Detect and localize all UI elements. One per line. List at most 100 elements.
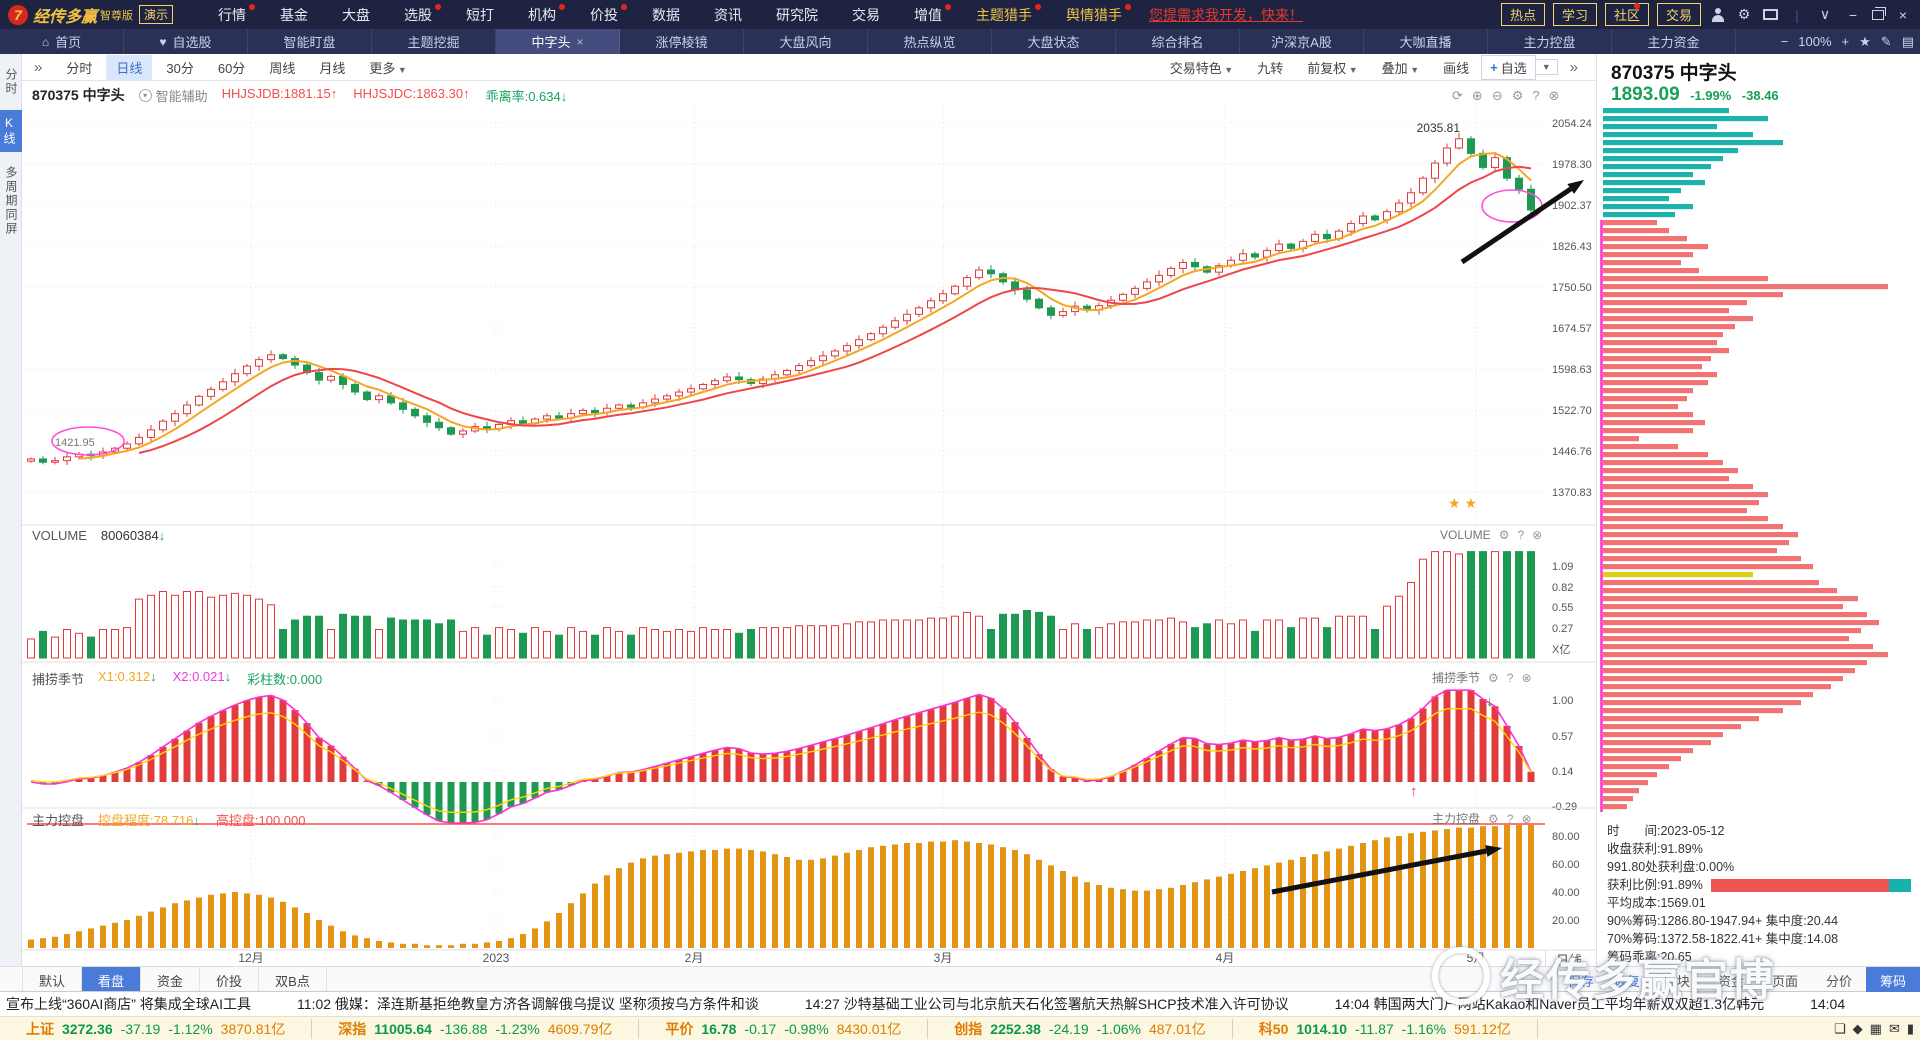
save-layout-link[interactable]: 保存 xyxy=(1558,971,1604,990)
quick-button-交易[interactable]: 交易 xyxy=(1656,3,1701,26)
menu-item-短打[interactable]: 短打 xyxy=(449,5,511,25)
quick-button-社区[interactable]: 社区 xyxy=(1604,3,1649,26)
news-item[interactable]: 14:27 沙特基础工业公司与北京航天石化签署航天热解SHCP技术准入许可协议 xyxy=(805,994,1289,1014)
status-icon[interactable]: ▮ xyxy=(1907,1021,1914,1037)
user-icon[interactable] xyxy=(1711,7,1725,22)
menu-item-大盘[interactable]: 大盘 xyxy=(325,5,387,25)
workspace-tab-自选股[interactable]: ♥ 自选股 xyxy=(124,29,248,54)
expand-toolbar-button[interactable]: » xyxy=(1560,56,1588,79)
period-button-月线[interactable]: 月线 xyxy=(309,55,355,80)
news-ticker[interactable]: 宣布上线“360AI商店” 将集成全球AI工具 11:02 俄媒：泽连斯基拒绝教皇… xyxy=(0,992,1920,1016)
chevron-down-icon[interactable]: ∨ xyxy=(1816,6,1834,23)
promo-link[interactable]: 您提需求我开发，快来！ xyxy=(1149,5,1303,25)
bottom-tab-默认[interactable]: 默认 xyxy=(22,967,83,991)
restore-layout-link[interactable]: 恢复 xyxy=(1604,971,1650,990)
menu-item-研究院[interactable]: 研究院 xyxy=(759,5,835,25)
star-icon[interactable]: ★ xyxy=(1859,34,1871,50)
toolbar-button-交易特色[interactable]: 交易特色 ▼ xyxy=(1160,55,1243,80)
news-item[interactable]: 14:04 xyxy=(1810,996,1845,1012)
workspace-tab-热点纵览[interactable]: 热点纵览 xyxy=(868,29,992,54)
zoom-out-button[interactable]: − xyxy=(1781,34,1789,49)
chart-tool-icon[interactable]: ⚙ xyxy=(1512,88,1524,104)
status-icon[interactable]: ◆ xyxy=(1853,1021,1863,1037)
toolbar-button-叠加[interactable]: 叠加 ▼ xyxy=(1372,55,1429,80)
workspace-tab-大咖直播[interactable]: 大咖直播 xyxy=(1364,29,1488,54)
menu-item-选股[interactable]: 选股 xyxy=(387,3,449,25)
pane-icon[interactable]: ? xyxy=(1507,671,1514,685)
news-item[interactable]: 14:04 韩国两大门户网站Kakao和Naver员工平均年薪双双超1.3亿韩元 xyxy=(1335,994,1764,1014)
rail-item-K线[interactable]: K线 xyxy=(0,110,22,152)
pane-icon[interactable]: ⊗ xyxy=(1521,812,1531,826)
close-button[interactable]: × xyxy=(1894,7,1912,23)
workspace-tab-涨停棱镜[interactable]: 涨停棱镜 xyxy=(620,29,744,54)
menu-item-舆情猎手[interactable]: 舆情猎手 xyxy=(1049,3,1139,25)
restore-button[interactable] xyxy=(1872,6,1886,20)
panel-tab-页面[interactable]: 页面 xyxy=(1758,967,1812,994)
panel-tab-板块[interactable]: 板块 xyxy=(1650,967,1704,994)
pane-icon[interactable]: ? xyxy=(1507,812,1514,826)
workspace-tab-综合排名[interactable]: 综合排名 xyxy=(1116,29,1240,54)
chart-tool-icon[interactable]: ⟳ xyxy=(1452,88,1463,104)
add-to-watchlist-button[interactable]: + 自选 xyxy=(1481,54,1536,80)
collapse-toolbar-button[interactable]: » xyxy=(24,56,52,79)
chart-tool-icon[interactable]: ⊕ xyxy=(1472,88,1483,104)
workspace-tab-大盘状态[interactable]: 大盘状态 xyxy=(992,29,1116,54)
workspace-tab-主力资金[interactable]: 主力资金 xyxy=(1612,29,1736,54)
smart-assist-toggle[interactable]: ▾ 智能辅助 xyxy=(138,86,208,105)
pen-icon[interactable]: ✎ xyxy=(1881,34,1892,50)
workspace-tab-智能盯盘[interactable]: 智能盯盘 xyxy=(248,29,372,54)
status-icon[interactable]: ❏ xyxy=(1834,1021,1846,1037)
period-button-60分[interactable]: 60分 xyxy=(208,55,255,80)
pane-icon[interactable]: ⚙ xyxy=(1488,671,1499,685)
toolbar-button-九转[interactable]: 九转 xyxy=(1247,55,1293,80)
layout-grid-icon[interactable]: ▤ xyxy=(1902,34,1914,50)
quick-button-热点[interactable]: 热点 xyxy=(1500,3,1545,26)
panel-tab-筹码[interactable]: 筹码 xyxy=(1865,966,1920,994)
workspace-tab-沪深京A股[interactable]: 沪深京A股 xyxy=(1240,29,1364,54)
panel-tab-分价[interactable]: 分价 xyxy=(1812,967,1866,994)
workspace-tab-大盘风向[interactable]: 大盘风向 xyxy=(744,29,868,54)
menu-item-价投[interactable]: 价投 xyxy=(573,3,635,25)
pane-icon[interactable]: ⚙ xyxy=(1488,812,1499,826)
zoom-in-button[interactable]: + xyxy=(1842,34,1850,49)
menu-item-机构[interactable]: 机构 xyxy=(511,3,573,25)
bottom-tab-价投[interactable]: 价投 xyxy=(200,967,260,991)
rail-item-多周期同屏[interactable]: 多周期同屏 xyxy=(3,166,20,236)
period-button-30分[interactable]: 30分 xyxy=(156,55,203,80)
menu-item-数据[interactable]: 数据 xyxy=(635,5,697,25)
menu-item-行情[interactable]: 行情 xyxy=(201,3,263,25)
workspace-tab-主力控盘[interactable]: 主力控盘 xyxy=(1488,29,1612,54)
menu-item-资讯[interactable]: 资讯 xyxy=(697,5,759,25)
chart-tool-icon[interactable]: ⊖ xyxy=(1492,88,1503,104)
period-button-更多[interactable]: 更多 ▼ xyxy=(359,55,416,80)
gear-icon[interactable]: ⚙ xyxy=(1735,6,1753,23)
watchlist-caret[interactable]: ▼ xyxy=(1535,59,1558,75)
news-item[interactable]: 11:02 俄媒：泽连斯基拒绝教皇方济各调解俄乌提议 坚称须按乌方条件和谈 xyxy=(297,994,759,1014)
menu-item-基金[interactable]: 基金 xyxy=(263,5,325,25)
status-icon[interactable]: ✉ xyxy=(1889,1021,1900,1037)
layout-icon[interactable] xyxy=(1763,9,1778,20)
close-tab-icon[interactable]: × xyxy=(577,35,584,49)
toolbar-button-画线[interactable]: 画线 xyxy=(1433,55,1479,80)
bottom-tab-双B点[interactable]: 双B点 xyxy=(259,967,327,991)
quick-button-学习[interactable]: 学习 xyxy=(1552,3,1597,26)
menu-item-主题猎手[interactable]: 主题猎手 xyxy=(959,3,1049,25)
status-icon[interactable]: ▦ xyxy=(1870,1021,1882,1037)
bottom-tab-资金[interactable]: 资金 xyxy=(141,967,201,991)
pane-icon[interactable]: ⊗ xyxy=(1532,528,1542,542)
workspace-tab-首页[interactable]: ⌂ 首页 xyxy=(0,29,124,54)
news-item[interactable]: 宣布上线“360AI商店” 将集成全球AI工具 xyxy=(6,994,251,1014)
minimize-button[interactable]: − xyxy=(1844,7,1862,23)
bottom-tab-看盘[interactable]: 看盘 xyxy=(82,967,142,991)
chart-tool-icon[interactable]: ⊗ xyxy=(1549,88,1560,104)
menu-item-交易[interactable]: 交易 xyxy=(835,5,897,25)
pane-icon[interactable]: ? xyxy=(1517,528,1524,542)
pane-icon[interactable]: ⊗ xyxy=(1521,671,1531,685)
workspace-tab-主题挖掘[interactable]: 主题挖掘 xyxy=(372,29,496,54)
period-button-周线[interactable]: 周线 xyxy=(259,55,305,80)
workspace-tab-中字头[interactable]: 中字头 × xyxy=(496,29,620,54)
chart-tool-icon[interactable]: ? xyxy=(1532,88,1539,104)
rail-item-分时[interactable]: 分时 xyxy=(3,68,20,96)
toolbar-button-前复权[interactable]: 前复权 ▼ xyxy=(1297,55,1367,80)
period-button-日线[interactable]: 日线 xyxy=(106,54,153,80)
